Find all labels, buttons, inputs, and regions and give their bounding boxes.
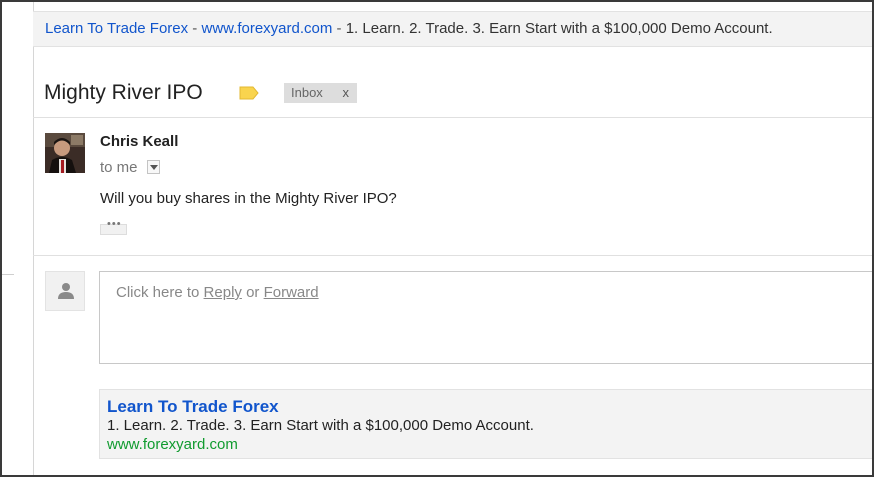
bottom-ad-url-link[interactable]: www.forexyard.com	[107, 436, 238, 453]
reply-avatar	[45, 271, 85, 311]
chevron-down-icon	[150, 165, 158, 170]
top-ad-title-link[interactable]: Learn To Trade Forex	[45, 20, 188, 37]
message-body: Will you buy shares in the Mighty River …	[100, 190, 397, 207]
forward-link[interactable]: Forward	[264, 284, 319, 301]
person-icon	[58, 283, 74, 299]
divider	[33, 255, 874, 256]
reply-prompt: Click here to Reply or Forward	[116, 284, 319, 301]
inbox-label-chip[interactable]: Inbox x	[284, 83, 357, 103]
top-ad-separator: -	[332, 20, 346, 37]
reply-link[interactable]: Reply	[204, 284, 242, 301]
divider	[33, 117, 874, 118]
recipient-text: to me	[100, 159, 138, 176]
sender-name[interactable]: Chris Keall	[100, 133, 178, 150]
top-ad-separator: -	[188, 20, 202, 37]
sender-photo-icon	[45, 133, 85, 173]
reply-box[interactable]: Click here to Reply or Forward	[99, 271, 874, 364]
email-subject: Mighty River IPO	[44, 81, 203, 104]
label-tag-icon[interactable]	[239, 86, 259, 100]
reply-prompt-prefix: Click here to	[116, 284, 204, 301]
reply-prompt-middle: or	[241, 284, 264, 301]
top-ad-bar[interactable]: Learn To Trade Forex - www.forexyard.com…	[33, 11, 873, 47]
top-ad-description: 1. Learn. 2. Trade. 3. Earn Start with a…	[345, 20, 773, 37]
inbox-label-text: Inbox	[291, 85, 323, 100]
top-ad-url-link[interactable]: www.forexyard.com	[201, 20, 332, 37]
bottom-ad-description: 1. Learn. 2. Trade. 3. Earn Start with a…	[107, 417, 534, 434]
bottom-ad[interactable]: Learn To Trade Forex 1. Learn. 2. Trade.…	[99, 389, 874, 459]
show-details-button[interactable]	[147, 160, 160, 174]
left-pane-edge	[2, 274, 14, 275]
bottom-ad-title-link[interactable]: Learn To Trade Forex	[107, 397, 279, 417]
show-trimmed-content-button[interactable]: •••	[100, 218, 127, 235]
remove-label-button[interactable]: x	[343, 83, 350, 103]
ellipsis-icon: •••	[107, 218, 122, 230]
sender-avatar[interactable]	[45, 133, 85, 173]
